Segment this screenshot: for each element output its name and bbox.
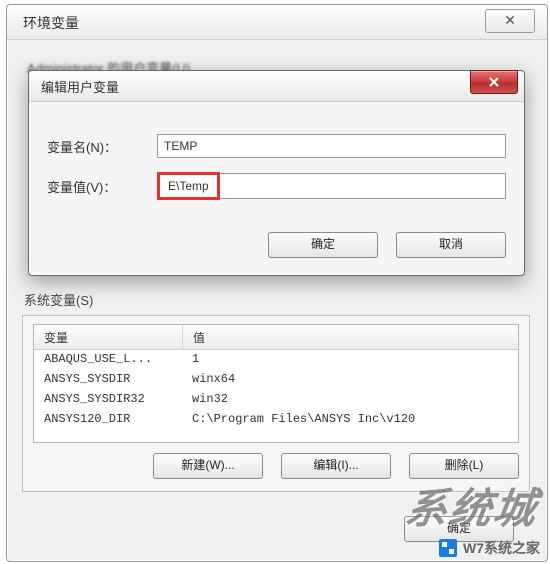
system-vars-section: 系统变量(S) 变量 值 ABAQUS_USE_L...1ANSYS_SYSDI… [22, 286, 530, 492]
cell-var: ANSYS_SYSDIR32 [34, 390, 182, 410]
edit-user-var-dialog: 编辑用户变量 变量名(N)： 变量值(V)： E\Temp [28, 70, 525, 276]
var-value-highlighted-text: E\Temp [160, 175, 217, 197]
system-vars-frame: 变量 值 ABAQUS_USE_L...1ANSYS_SYSDIRwinx64A… [22, 315, 530, 492]
table-row[interactable]: ANSYS120_DIRC:\Program Files\ANSYS Inc\v… [34, 410, 518, 430]
col-header-variable[interactable]: 变量 [34, 325, 183, 349]
main-ok-button[interactable]: 确定 [404, 516, 514, 542]
cell-var: ANSYS120_DIR [34, 410, 182, 430]
var-value-label: 变量值(V)： [47, 177, 157, 196]
value-highlight-box: E\Temp [157, 172, 220, 200]
sys-delete-button[interactable]: 删除(L) [409, 453, 519, 479]
col-header-value[interactable]: 值 [183, 325, 215, 349]
outer-window-title: 环境变量 [23, 13, 79, 33]
cell-val: 1 [182, 350, 518, 370]
close-icon [487, 75, 501, 89]
dialog-close-button[interactable] [470, 70, 518, 94]
table-row[interactable]: ANSYS_SYSDIR32win32 [34, 390, 518, 410]
outer-close-button[interactable]: ✕ [485, 9, 535, 33]
cell-var: ABAQUS_USE_L... [34, 350, 182, 370]
cell-var: ANSYS_SYSDIR [34, 370, 182, 390]
cell-val: C:\Program Files\ANSYS Inc\v120 [182, 410, 518, 430]
table-header: 变量 值 [34, 325, 518, 350]
system-vars-table[interactable]: 变量 值 ABAQUS_USE_L...1ANSYS_SYSDIRwinx64A… [33, 324, 519, 443]
dialog-title: 编辑用户变量 [41, 77, 119, 96]
var-name-label: 变量名(N)： [47, 137, 157, 156]
system-vars-label: 系统变量(S) [24, 290, 530, 309]
table-row[interactable]: ANSYS_SYSDIRwinx64 [34, 370, 518, 390]
var-name-input[interactable] [157, 134, 506, 158]
cell-val: win32 [182, 390, 518, 410]
sys-edit-button[interactable]: 编辑(I)... [281, 453, 391, 479]
close-icon: ✕ [504, 12, 516, 28]
dialog-ok-button[interactable]: 确定 [268, 232, 378, 258]
dialog-titlebar[interactable]: 编辑用户变量 [29, 71, 524, 102]
dialog-cancel-button[interactable]: 取消 [396, 232, 506, 258]
cell-val: winx64 [182, 370, 518, 390]
outer-titlebar: 环境变量 ✕ [7, 5, 547, 40]
sys-new-button[interactable]: 新建(W)... [153, 453, 263, 479]
table-row[interactable]: ABAQUS_USE_L...1 [34, 350, 518, 370]
var-value-input[interactable] [220, 173, 506, 199]
dialog-blur-area [47, 112, 506, 120]
